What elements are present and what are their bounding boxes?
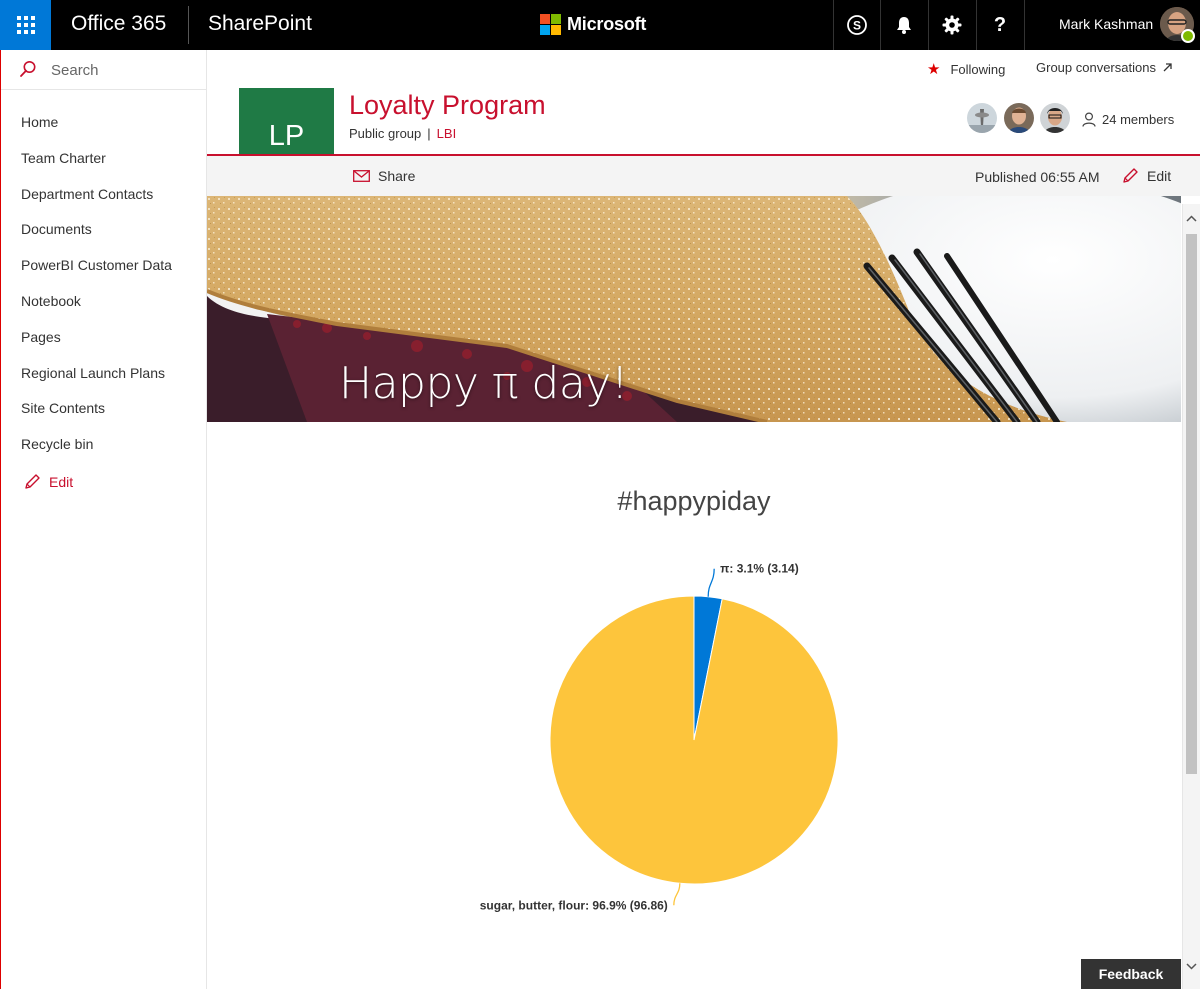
pie-leader-line <box>707 568 715 597</box>
share-button[interactable]: Share <box>353 168 415 184</box>
search-input[interactable] <box>51 60 201 80</box>
nav-item-powerbi-customer-data[interactable]: PowerBI Customer Data <box>21 255 172 291</box>
brand-text: Microsoft <box>567 14 647 34</box>
star-icon: ★ <box>927 61 941 78</box>
member-avatar[interactable] <box>1004 103 1034 133</box>
pencil-icon <box>25 474 40 489</box>
nav-item-regional-launch-plans[interactable]: Regional Launch Plans <box>21 363 172 399</box>
page-edit-label: Edit <box>1147 168 1172 184</box>
suite-bar: Office 365 SharePoint Microsoft S ? Mark… <box>0 0 1200 50</box>
hero-title: Happy π day! <box>339 358 628 409</box>
pie-chart: π: 3.1% (3.14) sugar, butter, flour: 96.9… <box>480 562 839 912</box>
waffle-icon <box>16 16 35 34</box>
group-conversations-label: Group conversations <box>1036 60 1156 75</box>
left-navigation: Home Team Charter Department Contacts Do… <box>0 50 207 989</box>
svg-text:S: S <box>853 19 861 33</box>
microsoft-logo-icon <box>540 14 561 35</box>
classification-label[interactable]: LBI <box>437 126 457 141</box>
help-icon: ? <box>993 13 1007 36</box>
scroll-down-button[interactable] <box>1183 956 1200 976</box>
nav-list: Home Team Charter Department Contacts Do… <box>21 112 172 470</box>
skype-button[interactable]: S <box>833 0 880 50</box>
pie-slice[interactable] <box>549 595 839 885</box>
subtitle-separator: | <box>427 126 431 141</box>
hero-banner: Happy π day! <box>207 196 1181 422</box>
person-icon <box>1082 112 1096 127</box>
chart-title: #happypiday <box>617 486 771 516</box>
microsoft-brand: Microsoft <box>540 14 646 35</box>
notifications-button[interactable] <box>880 0 927 50</box>
command-bar: Share Published 06:55 AM Edit <box>207 156 1200 196</box>
nav-item-notebook[interactable]: Notebook <box>21 291 172 327</box>
scroll-up-button[interactable] <box>1183 208 1200 228</box>
nav-edit-label: Edit <box>49 474 74 490</box>
app-title[interactable]: SharePoint <box>208 12 312 36</box>
settings-button[interactable] <box>928 0 975 50</box>
nav-item-department-contacts[interactable]: Department Contacts <box>21 184 172 220</box>
user-menu[interactable]: Mark Kashman <box>1024 0 1200 50</box>
member-avatar[interactable] <box>967 103 997 133</box>
published-status: Published 06:55 AM <box>975 169 1100 185</box>
nav-item-team-charter[interactable]: Team Charter <box>21 148 172 184</box>
pie-data-label: sugar, butter, flour: 96.9% (96.86) <box>480 898 668 912</box>
site-subtitle: Public group | LBI <box>349 126 456 141</box>
pie-leader-line <box>673 883 681 906</box>
site-logo-initials: LP <box>268 119 305 152</box>
suite-title[interactable]: Office 365 <box>71 12 166 36</box>
nav-item-recycle-bin[interactable]: Recycle bin <box>21 434 172 470</box>
members-count-label: 24 members <box>1102 112 1175 127</box>
gear-icon <box>942 15 962 35</box>
pencil-icon <box>1123 168 1138 183</box>
skype-icon: S <box>847 15 867 35</box>
pie-data-label: π: 3.1% (3.14) <box>720 562 799 576</box>
page-content: Happy π day! #happypiday π: 3.1% (3.14) s… <box>207 196 1181 989</box>
page-edit-button[interactable]: Edit <box>1121 167 1171 185</box>
external-link-icon <box>1163 63 1172 72</box>
feedback-label: Feedback <box>1098 966 1164 982</box>
member-avatar[interactable] <box>1040 103 1070 133</box>
chevron-up-icon <box>1186 214 1197 222</box>
nav-item-home[interactable]: Home <box>21 112 172 148</box>
follow-button[interactable]: ★ Following <box>927 60 1005 78</box>
vertical-scrollbar[interactable] <box>1182 204 1200 989</box>
suite-divider <box>188 6 189 44</box>
share-label: Share <box>378 168 416 184</box>
group-conversations-link[interactable]: Group conversations <box>1036 60 1173 75</box>
app-launcher-button[interactable] <box>0 0 51 50</box>
help-button[interactable]: ? <box>976 0 1023 50</box>
nav-item-documents[interactable]: Documents <box>21 219 172 255</box>
members-link[interactable]: 24 members <box>1082 112 1174 127</box>
nav-item-site-contents[interactable]: Site Contents <box>21 398 172 434</box>
user-name: Mark Kashman <box>1059 16 1154 32</box>
chevron-down-icon <box>1186 962 1197 970</box>
nav-item-pages[interactable]: Pages <box>21 327 172 363</box>
search-icon <box>20 61 36 77</box>
presence-indicator <box>1181 29 1195 43</box>
following-label: Following <box>950 61 1006 77</box>
privacy-label: Public group <box>349 126 422 141</box>
search-box[interactable] <box>1 50 207 90</box>
mail-icon <box>353 170 370 182</box>
scroll-thumb[interactable] <box>1186 234 1197 774</box>
nav-edit-link[interactable]: Edit <box>23 473 73 491</box>
site-title[interactable]: Loyalty Program <box>349 90 546 121</box>
bell-icon <box>897 17 911 34</box>
feedback-button[interactable]: Feedback <box>1081 959 1181 989</box>
